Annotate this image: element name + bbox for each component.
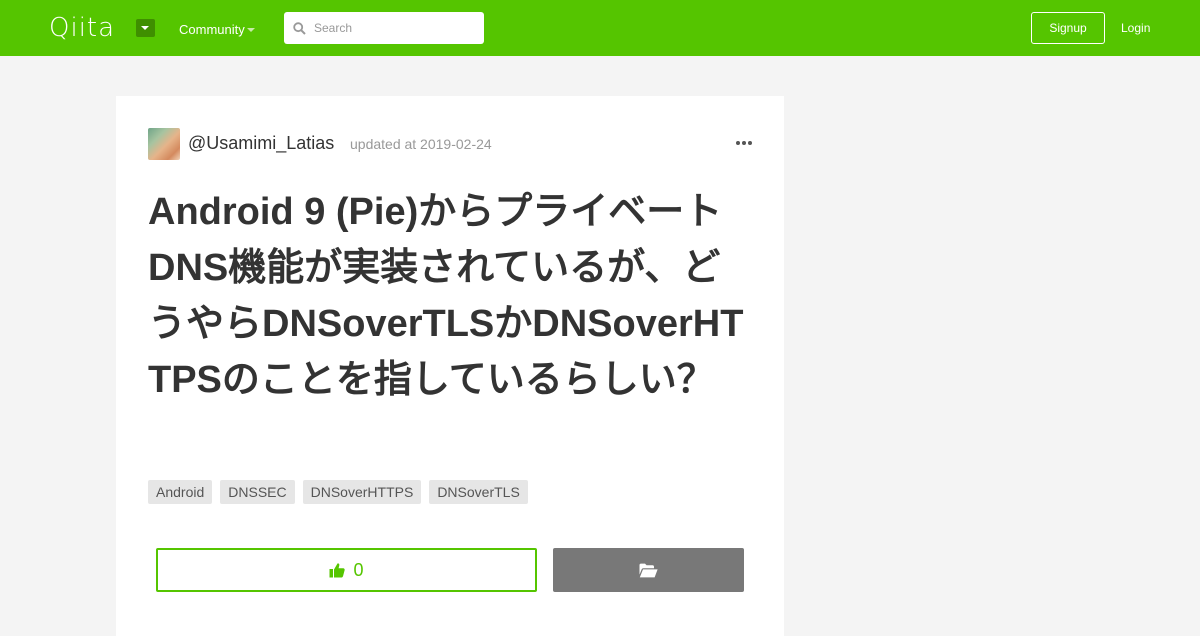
more-options-icon[interactable] (736, 141, 752, 147)
search-input[interactable] (314, 12, 479, 44)
community-menu[interactable]: Community (179, 22, 245, 37)
tag-dnsovertls[interactable]: DNSoverTLS (429, 480, 528, 504)
login-link[interactable]: Login (1121, 21, 1150, 35)
stock-button[interactable] (553, 548, 744, 592)
article-title: Android 9 (Pie)からプライベートDNS機能が実装されているが、どう… (148, 191, 744, 401)
search-icon (293, 22, 306, 35)
thumbs-up-icon (329, 563, 346, 578)
like-button[interactable]: 0 (156, 548, 537, 592)
signup-button[interactable]: Signup (1031, 12, 1105, 44)
tag-dnssec[interactable]: DNSSEC (220, 480, 295, 504)
article-card: @Usamimi_Latias updated at 2019-02-24 An… (116, 96, 784, 636)
like-count: 0 (353, 559, 364, 580)
tag-dnsoverhttps[interactable]: DNSoverHTTPS (302, 480, 422, 504)
tag-list: Android DNSSEC DNSoverHTTPS DNSoverTLS (148, 480, 536, 504)
qiita-logo[interactable]: Qiita (49, 12, 115, 44)
global-header: Qiita Community Signup Login (0, 0, 1200, 56)
author-avatar[interactable] (148, 128, 180, 160)
tag-android[interactable]: Android (148, 480, 213, 504)
caret-down-icon (141, 26, 149, 30)
updated-date: updated at 2019-02-24 (350, 136, 492, 152)
search-box[interactable] (284, 12, 484, 44)
folder-open-icon (639, 563, 658, 577)
site-menu-button[interactable] (136, 19, 155, 37)
community-caret-icon (247, 28, 255, 32)
author-username[interactable]: @Usamimi_Latias (188, 133, 334, 154)
